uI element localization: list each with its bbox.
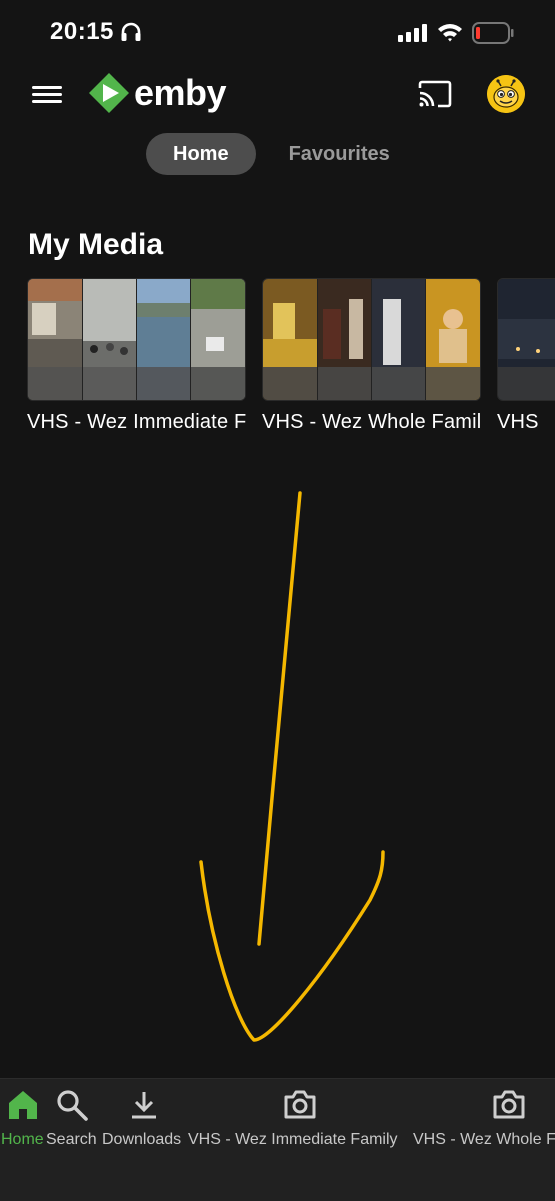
media-title: VHS - Wez Immediate Family xyxy=(27,411,246,433)
wifi-icon xyxy=(438,24,462,42)
media-thumbnail xyxy=(27,278,246,401)
nav-home[interactable]: Home xyxy=(0,1079,46,1159)
status-bar: 20:15 xyxy=(0,0,555,66)
nav-home-label: Home xyxy=(1,1131,44,1148)
emby-logo[interactable]: emby xyxy=(88,72,227,114)
media-title: VHS xyxy=(497,411,539,433)
user-avatar[interactable] xyxy=(487,75,525,113)
nav-library-immediate-family[interactable]: VHS - Wez Immediate Family xyxy=(188,1079,413,1159)
nav-library-whole-family[interactable]: VHS - Wez Whole Family xyxy=(413,1079,555,1159)
thumbnail-collage-image xyxy=(28,279,245,400)
menu-icon-bar xyxy=(32,100,62,103)
headphones-icon xyxy=(121,22,141,41)
media-card[interactable]: VHS - Wez Immediate Family xyxy=(27,278,246,434)
tab-favourites[interactable]: Favourites xyxy=(262,133,417,175)
menu-button[interactable] xyxy=(30,82,64,110)
nav-search-label: Search xyxy=(46,1131,97,1148)
status-time: 20:15 xyxy=(50,18,114,45)
section-title-my-media[interactable]: My Media xyxy=(28,228,163,262)
cellular-signal-icon xyxy=(398,24,427,42)
camera-icon xyxy=(284,1090,316,1119)
download-icon xyxy=(132,1092,156,1119)
media-card[interactable]: VHS - Wez Whole Family xyxy=(262,278,481,434)
top-tabs: Home Favourites xyxy=(146,133,417,175)
nav-search[interactable]: Search xyxy=(46,1079,102,1159)
annotation-arrow xyxy=(199,491,385,1042)
media-thumbnail xyxy=(497,278,555,401)
bee-avatar-icon xyxy=(487,75,525,113)
menu-icon-bar xyxy=(32,86,62,89)
media-thumbnail xyxy=(262,278,481,401)
home-icon xyxy=(9,1091,37,1119)
bottom-navigation: Home Search Downloads VHS - Wez Immediat… xyxy=(0,1078,555,1201)
nav-downloads[interactable]: Downloads xyxy=(102,1079,188,1159)
camera-icon xyxy=(493,1090,525,1119)
media-card[interactable]: VHS xyxy=(497,278,555,434)
nav-downloads-label: Downloads xyxy=(102,1131,182,1148)
tab-home[interactable]: Home xyxy=(146,133,256,175)
emby-logo-icon xyxy=(89,73,129,113)
brand-name: emby xyxy=(134,72,227,113)
media-title: VHS - Wez Whole Family xyxy=(262,411,481,433)
app-header: emby xyxy=(0,66,555,126)
media-row[interactable]: VHS - Wez Immediate Family VHS xyxy=(27,278,555,438)
search-icon xyxy=(57,1090,88,1121)
thumbnail-collage-image xyxy=(263,279,480,400)
cast-icon[interactable] xyxy=(418,80,452,108)
menu-icon-bar xyxy=(32,93,62,96)
thumbnail-collage-image xyxy=(498,279,555,400)
nav-library-label: VHS - Wez Immediate Family xyxy=(188,1131,398,1148)
battery-low-icon xyxy=(472,22,514,44)
nav-library-label: VHS - Wez Whole Family xyxy=(413,1131,555,1148)
